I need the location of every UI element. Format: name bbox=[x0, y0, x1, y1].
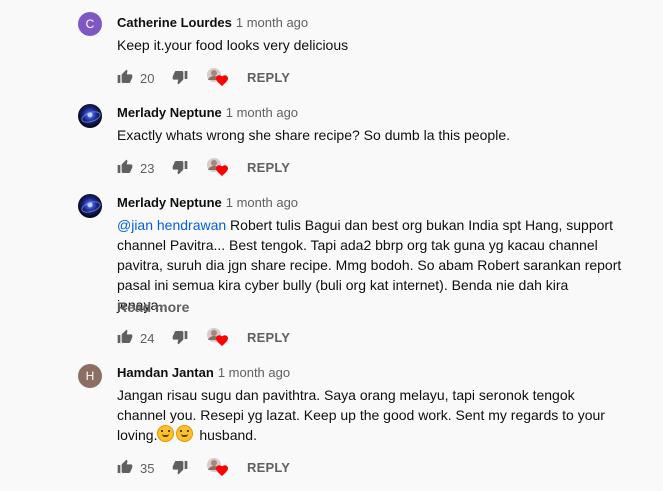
comment-text: Jangan risau sugu dan pavithtra. Saya or… bbox=[117, 385, 627, 445]
creator-heart-icon bbox=[207, 458, 228, 476]
reply-button[interactable]: REPLY bbox=[247, 460, 290, 475]
thumb-down-icon[interactable] bbox=[172, 459, 188, 475]
thumb-up-icon[interactable] bbox=[117, 69, 133, 85]
creator-heart-icon bbox=[207, 68, 228, 86]
reply-button[interactable]: REPLY bbox=[247, 330, 290, 345]
read-more-button[interactable]: Read more bbox=[117, 299, 189, 315]
smiling-face-emoji-icon bbox=[157, 425, 175, 442]
thumb-up-icon[interactable] bbox=[117, 159, 133, 175]
like-count: 20 bbox=[140, 71, 155, 86]
like-count: 24 bbox=[140, 331, 155, 346]
like-count: 23 bbox=[140, 161, 155, 176]
avatar[interactable] bbox=[78, 104, 102, 128]
thumb-up-icon[interactable] bbox=[117, 329, 133, 345]
comment-time[interactable]: 1 month ago bbox=[218, 365, 290, 380]
author-name[interactable]: Catherine Lourdes bbox=[117, 15, 232, 30]
smiling-face-emoji-icon bbox=[176, 425, 194, 442]
comment-time[interactable]: 1 month ago bbox=[226, 105, 298, 120]
creator-heart-icon bbox=[207, 158, 228, 176]
comment-header: Hamdan Jantan 1 month ago bbox=[117, 365, 290, 380]
creator-heart-icon bbox=[207, 328, 228, 346]
mention-link[interactable]: @jian hendrawan bbox=[117, 217, 226, 233]
comment-header: Catherine Lourdes 1 month ago bbox=[117, 15, 308, 30]
comment-body-end: husband. bbox=[195, 427, 257, 443]
like-count: 35 bbox=[140, 461, 155, 476]
comment-header: Merlady Neptune 1 month ago bbox=[117, 195, 298, 210]
comment-time[interactable]: 1 month ago bbox=[226, 195, 298, 210]
avatar[interactable]: C bbox=[78, 12, 102, 36]
comment-time[interactable]: 1 month ago bbox=[236, 15, 308, 30]
author-name[interactable]: Hamdan Jantan bbox=[117, 365, 214, 380]
thumb-up-icon[interactable] bbox=[117, 459, 133, 475]
comment-header: Merlady Neptune 1 month ago bbox=[117, 105, 298, 120]
thumb-down-icon[interactable] bbox=[172, 69, 188, 85]
thumb-down-icon[interactable] bbox=[172, 159, 188, 175]
comment-text: Keep it.your food looks very delicious bbox=[117, 37, 349, 53]
avatar[interactable] bbox=[78, 194, 102, 218]
thumb-down-icon[interactable] bbox=[172, 329, 188, 345]
avatar[interactable]: H bbox=[78, 364, 102, 388]
reply-button[interactable]: REPLY bbox=[247, 70, 290, 85]
author-name[interactable]: Merlady Neptune bbox=[117, 195, 222, 210]
author-name[interactable]: Merlady Neptune bbox=[117, 105, 222, 120]
comment-text: @jian hendrawan Robert tulis Bagui dan b… bbox=[117, 215, 627, 315]
comment-text: Exactly whats wrong she share recipe? So… bbox=[117, 127, 510, 143]
reply-button[interactable]: REPLY bbox=[247, 160, 290, 175]
